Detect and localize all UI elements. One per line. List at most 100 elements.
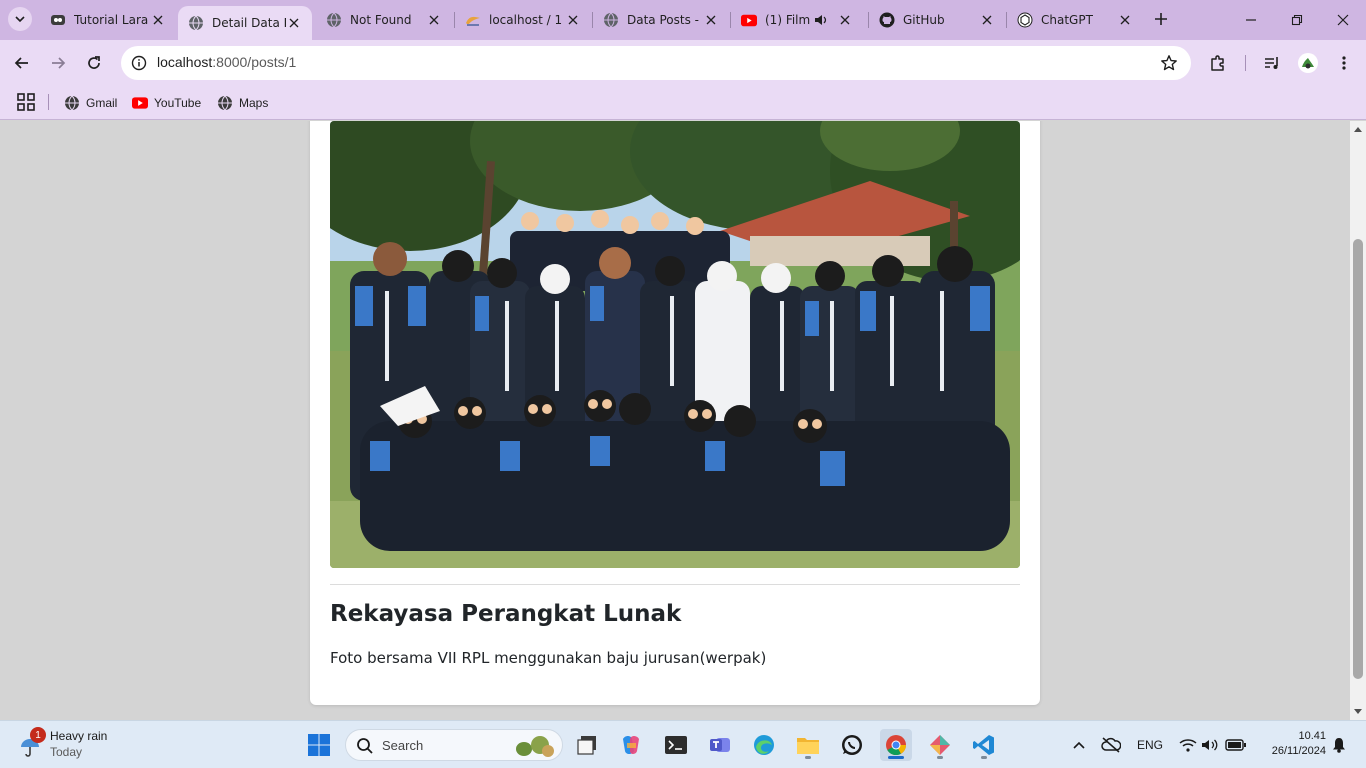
puzzle-icon (1211, 55, 1224, 71)
cloud-offline-icon[interactable] (1100, 731, 1122, 759)
tab-chatgpt[interactable]: ChatGPT (1007, 0, 1143, 40)
battery-charging-icon[interactable] (1224, 731, 1248, 759)
url-host: localhost (157, 54, 213, 70)
bookmark-label: Gmail (86, 96, 118, 110)
bookmark-star-icon[interactable] (1159, 53, 1179, 73)
youtube-icon (132, 95, 148, 111)
globe-icon (217, 95, 233, 111)
search-icon (356, 737, 374, 755)
tab-title: GitHub (903, 13, 945, 27)
media-queue-icon (1265, 57, 1278, 69)
file-explorer-icon[interactable] (792, 729, 824, 761)
notification-bell-icon[interactable] (1330, 731, 1348, 759)
tab-github[interactable]: GitHub (869, 0, 1005, 40)
youtube-icon (741, 12, 757, 28)
chrome-menu-button[interactable] (1330, 49, 1358, 77)
restore-button[interactable] (1274, 0, 1320, 40)
laravel-icon (50, 12, 66, 28)
phpmyadmin-icon (465, 12, 481, 28)
close-icon[interactable] (565, 12, 581, 28)
windows-taskbar: 1 Heavy rain Today Search ENG 10.41 26/1… (0, 720, 1366, 768)
weather-day: Today (50, 745, 83, 759)
bookmark-label: YouTube (154, 96, 202, 110)
reload-button[interactable] (80, 49, 108, 77)
page-scrollbar[interactable] (1350, 121, 1366, 720)
weather-widget[interactable]: 1 Heavy rain Today (14, 727, 134, 763)
bookmark-maps[interactable]: Maps (217, 92, 268, 114)
running-indicator (981, 756, 987, 759)
extensions-button[interactable] (1204, 49, 1232, 77)
apps-grid-icon[interactable] (17, 93, 35, 111)
post-title: Rekayasa Perangkat Lunak (330, 601, 682, 627)
tab-strip: Tutorial Lara Detail Data P Not Found lo… (0, 0, 1366, 40)
arrow-right-icon (52, 57, 66, 69)
vscode-icon[interactable] (968, 729, 1000, 761)
tab-title: Tutorial Lara (74, 13, 149, 27)
tab-youtube-film[interactable]: (1) Film P (731, 0, 867, 40)
tab-title: localhost / 1 (489, 13, 563, 27)
close-icon (1337, 14, 1349, 26)
chrome-icon[interactable] (880, 729, 912, 761)
github-icon (879, 12, 895, 28)
minimize-icon (1246, 19, 1256, 21)
bookmark-youtube[interactable]: YouTube (132, 92, 201, 114)
forward-button[interactable] (44, 49, 72, 77)
tab-title: Not Found (350, 13, 412, 27)
new-tab-button[interactable] (1150, 8, 1172, 30)
scroll-up-arrow-icon[interactable] (1350, 121, 1366, 137)
chevron-down-icon (15, 16, 25, 23)
whatsapp-icon[interactable] (836, 729, 868, 761)
card-divider (330, 584, 1020, 585)
tab-phpmyadmin[interactable]: localhost / 1 (455, 0, 591, 40)
media-control-button[interactable] (1258, 49, 1286, 77)
system-clock[interactable]: 10.41 26/11/2024 (1256, 729, 1326, 759)
wifi-icon[interactable] (1178, 731, 1198, 759)
clock-date: 26/11/2024 (1271, 745, 1326, 757)
tab-tutorial-laravel[interactable]: Tutorial Lara (40, 0, 176, 40)
url-path: :8000/posts/1 (212, 54, 297, 70)
scrollbar-thumb[interactable] (1353, 239, 1363, 679)
group-photo (330, 121, 1020, 568)
edge-icon[interactable] (748, 729, 780, 761)
back-button[interactable] (8, 49, 36, 77)
terminal-icon[interactable] (660, 729, 692, 761)
close-icon[interactable] (979, 12, 995, 28)
close-icon[interactable] (426, 12, 442, 28)
search-highlight-icon (512, 733, 556, 759)
close-icon[interactable] (286, 15, 302, 31)
language-indicator[interactable]: ENG (1134, 731, 1166, 759)
close-icon[interactable] (703, 12, 719, 28)
speaker-icon[interactable] (813, 12, 829, 28)
scroll-down-arrow-icon[interactable] (1350, 704, 1366, 720)
copilot-icon[interactable] (615, 729, 647, 761)
profile-avatar[interactable] (1294, 49, 1322, 77)
weather-badge: 1 (30, 727, 46, 743)
globe-icon (64, 95, 80, 111)
bookmark-label: Maps (239, 96, 269, 110)
more-vertical-icon (1342, 56, 1346, 70)
toolbar-divider (1245, 55, 1246, 71)
site-info-icon[interactable] (127, 51, 151, 75)
task-view-icon[interactable] (571, 729, 603, 761)
close-icon[interactable] (837, 12, 853, 28)
close-window-button[interactable] (1320, 0, 1366, 40)
teams-icon[interactable] (704, 729, 736, 761)
weather-condition: Heavy rain (50, 729, 108, 743)
minimize-button[interactable] (1228, 0, 1274, 40)
plus-icon (1155, 13, 1167, 25)
tab-data-posts[interactable]: Data Posts - (593, 0, 729, 40)
globe-icon (326, 12, 342, 28)
taskbar-search-box[interactable]: Search (345, 729, 563, 761)
address-bar[interactable]: localhost:8000/posts/1 (121, 46, 1191, 80)
volume-icon[interactable] (1200, 731, 1220, 759)
tab-title: ChatGPT (1041, 13, 1093, 27)
close-icon[interactable] (150, 12, 166, 28)
tab-detail-data-post[interactable]: Detail Data P (178, 6, 312, 40)
tab-search-button[interactable] (8, 7, 32, 31)
show-hidden-icons-chevron-icon[interactable] (1070, 731, 1088, 759)
tab-not-found[interactable]: Not Found (316, 0, 452, 40)
git-icon[interactable] (924, 729, 956, 761)
close-icon[interactable] (1117, 12, 1133, 28)
windows-start-icon[interactable] (303, 729, 335, 761)
bookmark-gmail[interactable]: Gmail (64, 92, 117, 114)
